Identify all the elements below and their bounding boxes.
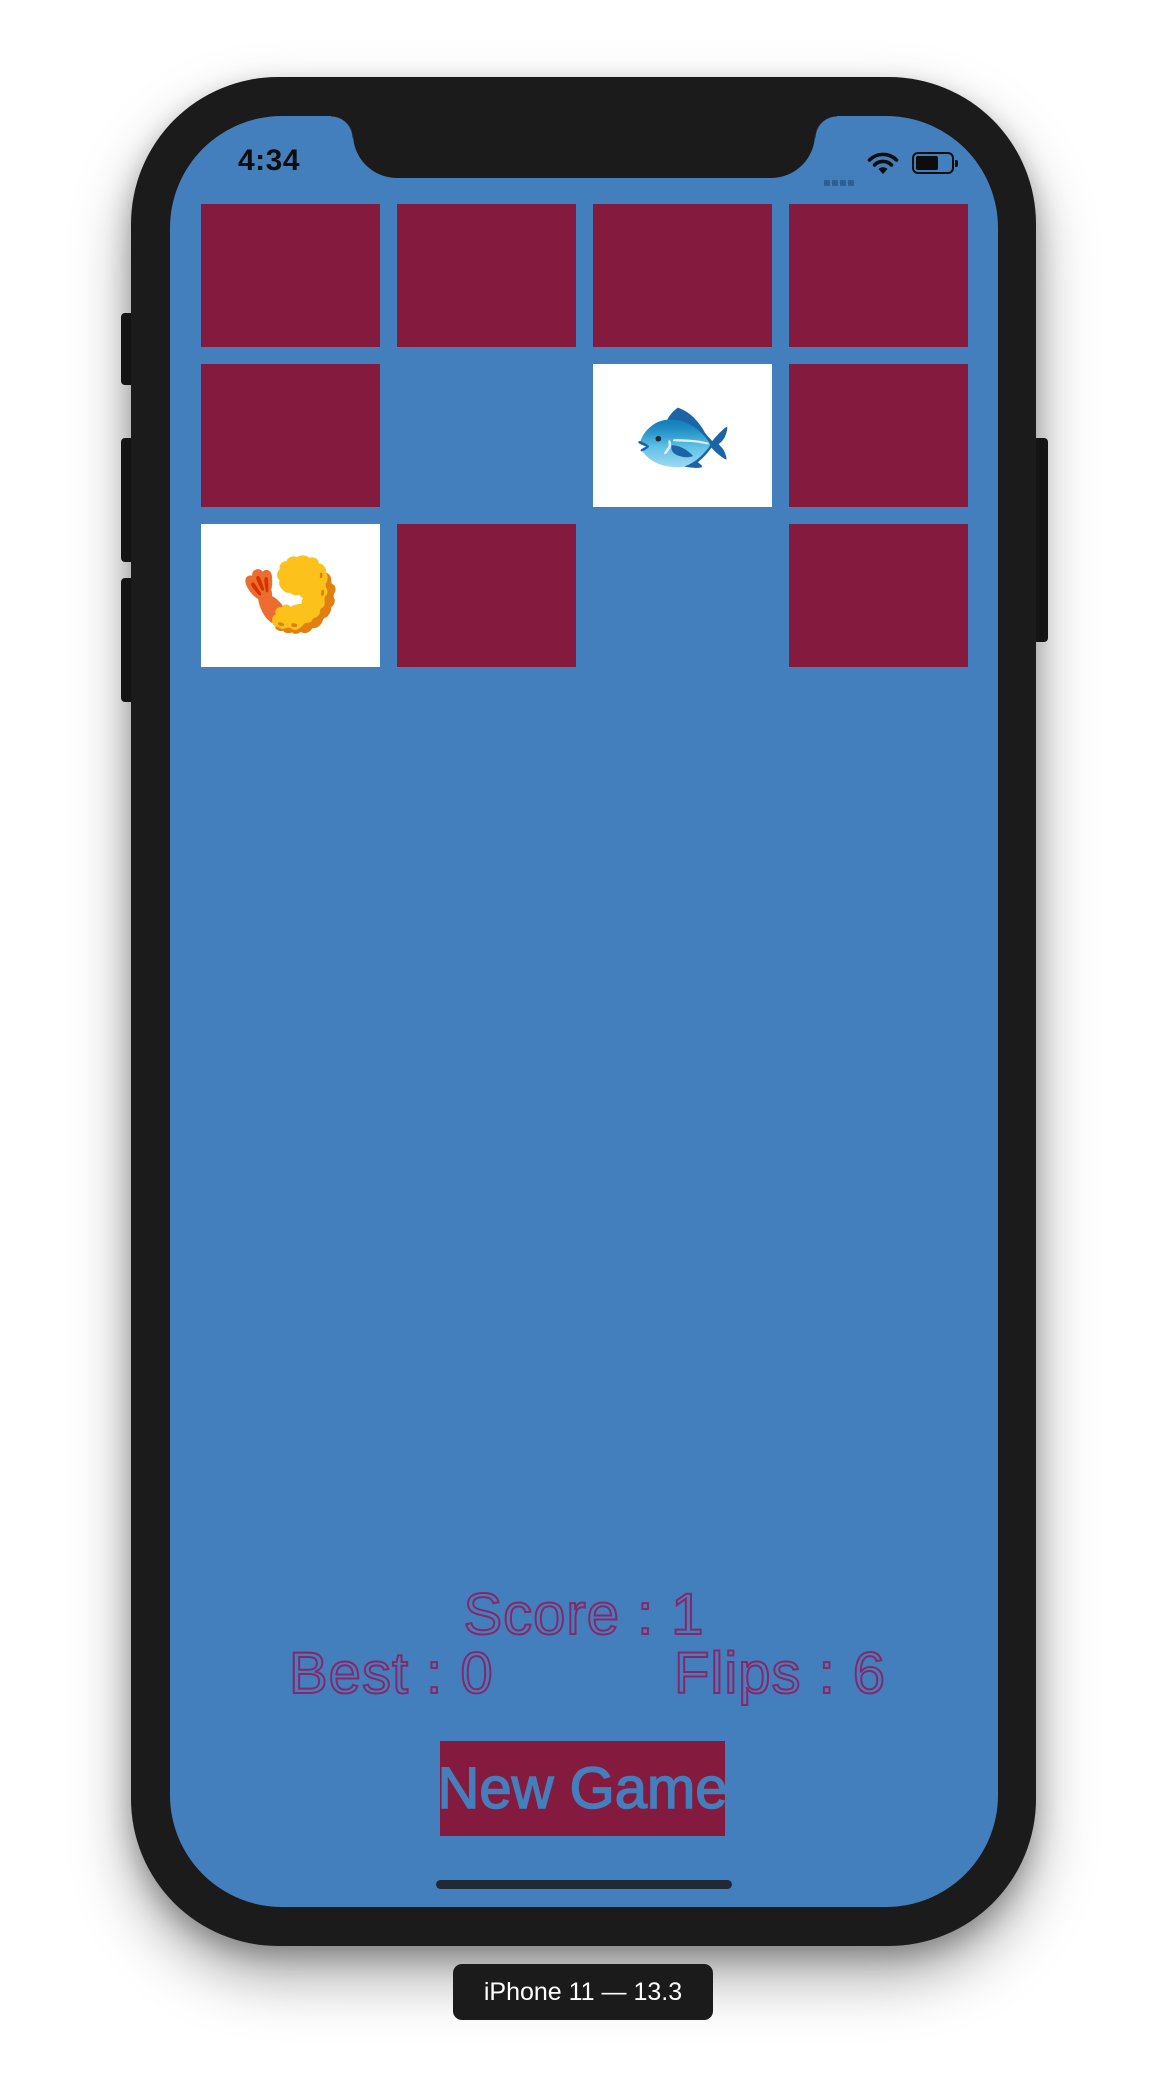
card-emoji: 🐟 [631,389,734,481]
card-face-down[interactable] [397,204,576,347]
card-face-up[interactable]: 🐟 [593,364,772,507]
notch [331,116,837,178]
card-face-down[interactable] [397,524,576,667]
card-face-down[interactable] [593,204,772,347]
wifi-icon [867,152,899,174]
matched-card-slot [397,364,576,507]
simulator-device-label: iPhone 11 — 13.3 [453,1964,713,2020]
flips-label: Flips : 6 [673,1640,887,1707]
home-indicator[interactable] [436,1880,732,1889]
card-face-down[interactable] [201,204,380,347]
matched-card-slot [593,524,772,667]
app-screen: 4:34 🐟 🍤 Score : 1 Best : 0 Flips : 6 New… [170,116,998,1907]
card-face-up[interactable]: 🍤 [201,524,380,667]
battery-icon [912,152,958,174]
card-face-down[interactable] [789,204,968,347]
card-face-down[interactable] [789,364,968,507]
card-face-down[interactable] [789,524,968,667]
new-game-button[interactable]: New Game [437,1741,728,1836]
status-time: 4:34 [238,144,301,177]
card-grid: 🐟 🍤 [201,204,968,667]
card-face-down[interactable] [201,364,380,507]
cellular-signal-icon [824,168,856,186]
score-label: Score : 1 [462,1581,705,1648]
best-score-label: Best : 0 [288,1640,494,1707]
card-emoji: 🍤 [239,549,342,641]
